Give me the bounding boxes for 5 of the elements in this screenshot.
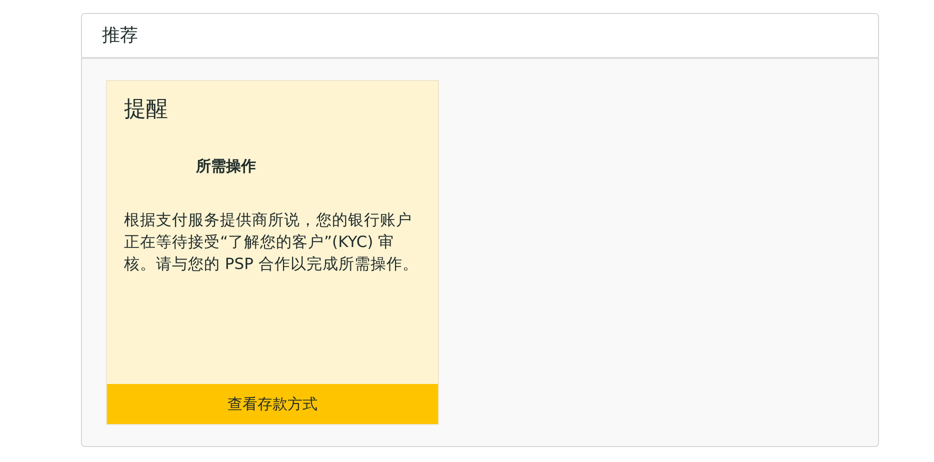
view-deposit-methods-button[interactable]: 查看存款方式: [107, 384, 438, 424]
panel-title: 推荐: [102, 24, 138, 48]
card-subtitle: 所需操作: [196, 156, 256, 177]
card-title: 提醒: [124, 96, 168, 124]
card-message: 根据支付服务提供商所说，您的银行账户正在等待接受“了解您的客户”(KYC) 审核。请与您的 PSP 合作以完成所需操作。: [124, 210, 420, 274]
